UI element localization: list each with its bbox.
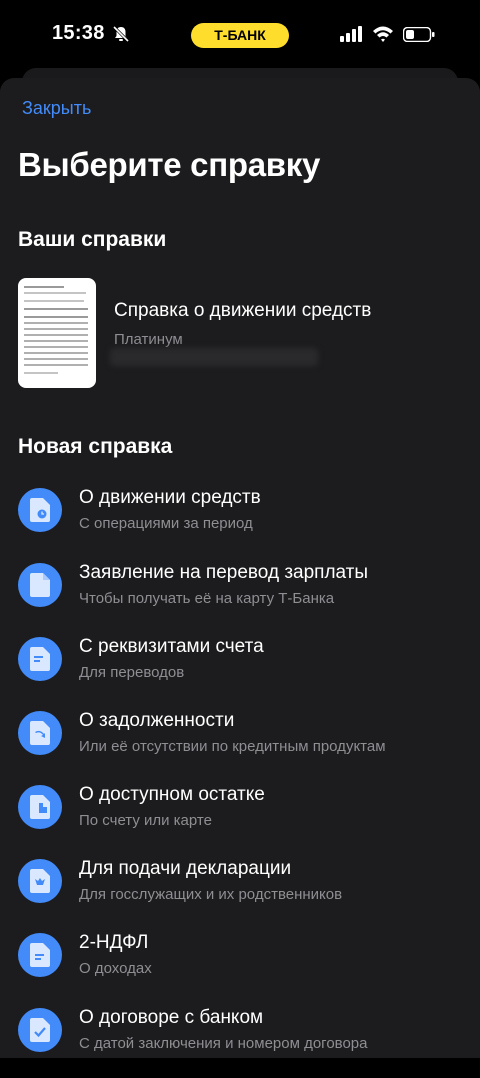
item-subtitle: Для переводов xyxy=(79,664,185,681)
page-title: Выберите справку xyxy=(18,146,321,183)
section-heading-your-certificates: Ваши справки xyxy=(18,228,167,251)
item-subtitle: По счету или карте xyxy=(79,812,212,829)
item-subtitle: Для госслужащих и их родственников xyxy=(79,886,343,903)
list-item[interactable]: О задолженности Или её отсутствии по кре… xyxy=(0,710,480,781)
item-title: О доступном остатке xyxy=(79,784,265,805)
cellular-signal-icon xyxy=(340,26,362,42)
bank-pill: Т-БАНК xyxy=(191,23,289,48)
list-item[interactable]: Заявление на перевод зарплаты Чтобы полу… xyxy=(0,562,480,633)
item-title: О задолженности xyxy=(79,710,235,731)
certificate-subtitle: Платинум xyxy=(114,331,183,348)
document-balance-icon xyxy=(18,785,62,829)
item-subtitle: О доходах xyxy=(79,960,152,977)
wifi-icon xyxy=(373,26,393,42)
certificate-title: Справка о движении средств xyxy=(114,300,372,321)
document-emblem-icon xyxy=(18,859,62,903)
list-item[interactable]: О доступном остатке По счету или карте xyxy=(0,784,480,855)
status-bar: 15:38 Т-БАНК xyxy=(0,0,480,70)
battery-icon xyxy=(403,27,435,42)
item-title: Заявление на перевод зарплаты xyxy=(79,562,369,583)
item-title: С реквизитами счета xyxy=(79,636,264,657)
redacted-text xyxy=(110,348,318,366)
item-subtitle: С операциями за период xyxy=(79,515,253,532)
item-title: 2-НДФЛ xyxy=(79,932,149,953)
list-item[interactable]: С реквизитами счета Для переводов xyxy=(0,636,480,707)
item-title: Для подачи декларации xyxy=(79,858,292,879)
document-clock-icon xyxy=(18,488,62,532)
list-item[interactable]: 2-НДФЛ О доходах xyxy=(0,932,480,1003)
item-subtitle: Чтобы получать её на карту Т-Банка xyxy=(79,590,335,607)
item-subtitle: Или её отсутствии по кредитным продуктам xyxy=(79,738,386,755)
status-time: 15:38 xyxy=(52,22,105,44)
section-heading-new-certificate: Новая справка xyxy=(18,435,173,458)
document-icon xyxy=(18,563,62,607)
list-item[interactable]: О движении средств С операциями за перио… xyxy=(0,487,480,558)
document-lines-icon xyxy=(18,637,62,681)
bell-muted-icon xyxy=(112,25,130,43)
document-arrow-icon xyxy=(18,711,62,755)
list-item[interactable]: Для подачи декларации Для госслужащих и … xyxy=(0,858,480,929)
item-subtitle: С датой заключения и номером договора xyxy=(79,1035,368,1052)
document-thumbnail xyxy=(18,278,96,388)
item-title: О движении средств xyxy=(79,487,261,508)
document-text-icon xyxy=(18,933,62,977)
close-button[interactable]: Закрыть xyxy=(22,98,91,119)
item-title: О договоре с банком xyxy=(79,1007,264,1028)
list-item[interactable]: О договоре с банком С датой заключения и… xyxy=(0,1007,480,1078)
document-check-icon xyxy=(18,1008,62,1052)
